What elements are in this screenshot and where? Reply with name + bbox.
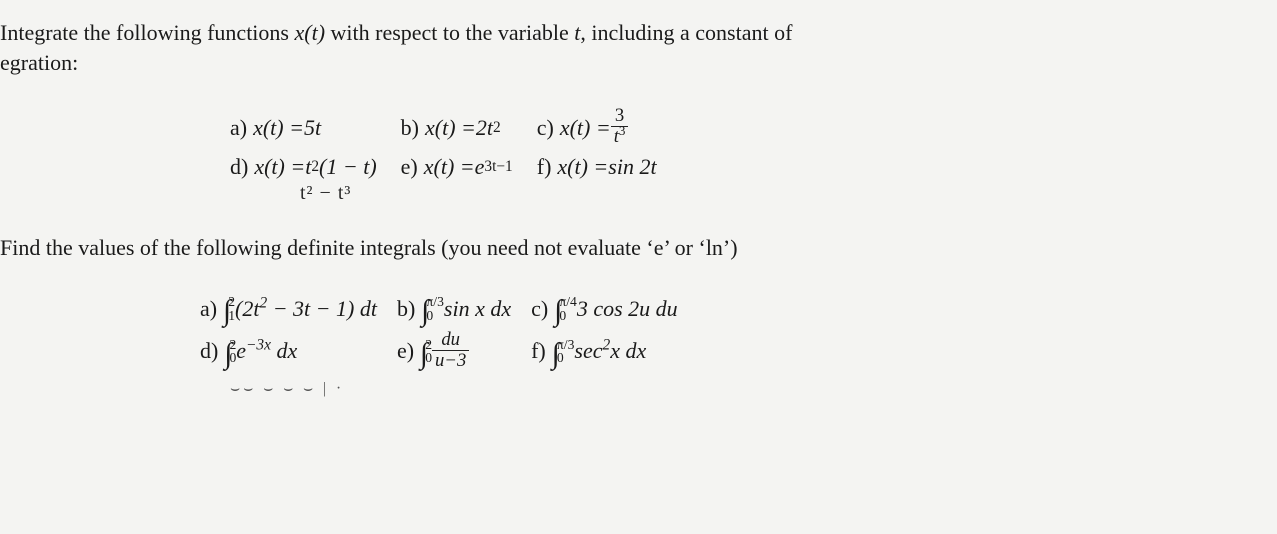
q1-intro-c: , including a constant of xyxy=(580,20,792,45)
q2-f-label: f) xyxy=(531,338,546,364)
q1-b-lhs: x(t) = xyxy=(425,115,476,141)
q2-d-body: e−3x dx xyxy=(236,338,297,364)
q1-intro-d: egration: xyxy=(0,50,78,75)
integral-icon: ∫ xyxy=(420,338,428,371)
q2-f-body: sec2x dx xyxy=(574,338,646,364)
q1-b-label: b) xyxy=(401,115,419,141)
q1-grid: a) x(t) = 5t b) x(t) = 2t2 c) x(t) = 3 t… xyxy=(230,107,1257,179)
q1-f-label: f) xyxy=(537,154,552,180)
q1-e-base: e xyxy=(475,154,485,180)
integral-icon: ∫ xyxy=(223,295,231,328)
q1-b-base: 2t xyxy=(476,115,493,141)
q2-item-a: a) ∫ 2 1 (2t2 − 3t − 1) dt xyxy=(200,292,377,325)
bottom-scribble: ⌣⌣ ⌣ ⌣ ⌣ | · xyxy=(230,380,1257,398)
q1-a-lhs: x(t) = xyxy=(253,115,304,141)
q2-intro: Find the values of the following definit… xyxy=(0,233,1257,263)
q1-item-b: b) x(t) = 2t2 xyxy=(401,107,513,147)
q2-d-label: d) xyxy=(200,338,218,364)
q1-f-lhs: x(t) = xyxy=(557,154,608,180)
q1-item-d: d) x(t) = t2(1 − t) xyxy=(230,154,377,180)
q1-intro-fn: x(t) xyxy=(294,20,325,45)
q1-c-label: c) xyxy=(537,115,554,141)
q1-intro: Integrate the following functions x(t) w… xyxy=(0,18,1257,77)
q1-d-lhs: x(t) = xyxy=(254,154,305,180)
q1-intro-a: Integrate the following functions xyxy=(0,20,294,45)
q1-e-lhs: x(t) = xyxy=(424,154,475,180)
q1-c-lhs: x(t) = xyxy=(560,115,611,141)
q2-item-d: d) ∫ 2 0 e−3x dx xyxy=(200,331,377,371)
q2-e-label: e) xyxy=(397,338,414,364)
q2-c-label: c) xyxy=(531,296,548,322)
problem-2: Find the values of the following definit… xyxy=(0,233,1257,398)
integral-icon: ∫ xyxy=(224,338,232,371)
q1-d-tail: (1 − t) xyxy=(319,154,377,180)
q1-a-label: a) xyxy=(230,115,247,141)
problem-1: Integrate the following functions x(t) w… xyxy=(0,18,1257,205)
q1-c-frac: 3 t3 xyxy=(611,106,629,146)
q2-c-body: 3 cos 2u du xyxy=(577,296,678,322)
q2-grid: a) ∫ 2 1 (2t2 − 3t − 1) dt b) ∫ π/3 0 si… xyxy=(200,292,1257,371)
q2-item-b: b) ∫ π/3 0 sin x dx xyxy=(397,292,511,325)
q2-b-body: sin x dx xyxy=(444,296,511,322)
integral-icon: ∫ xyxy=(554,295,562,328)
q1-item-f: f) x(t) = sin 2t xyxy=(537,154,657,180)
q2-b-label: b) xyxy=(397,296,415,322)
q2-a-body: (2t2 − 3t − 1) dt xyxy=(235,296,377,322)
q1-d-label: d) xyxy=(230,154,248,180)
q2-item-e: e) ∫ 2 0 du u−3 xyxy=(397,331,511,371)
q2-item-f: f) ∫ π/3 0 sec2x dx xyxy=(531,331,678,371)
q1-item-c: c) x(t) = 3 t3 xyxy=(537,107,657,147)
q1-e-label: e) xyxy=(401,154,418,180)
q2-a-label: a) xyxy=(200,296,217,322)
integral-icon: ∫ xyxy=(552,338,560,371)
integral-icon: ∫ xyxy=(421,295,429,328)
q1-f-rhs: sin 2t xyxy=(608,154,656,180)
q1-intro-b: with respect to the variable xyxy=(325,20,574,45)
q1-handwriting: t² − t³ xyxy=(300,182,1257,205)
q1-item-e: e) x(t) = e3t−1 xyxy=(401,154,513,180)
q2-item-c: c) ∫ π/4 0 3 cos 2u du xyxy=(531,292,678,325)
q1-item-a: a) x(t) = 5t xyxy=(230,107,377,147)
q1-c-den: t3 xyxy=(611,126,629,147)
q1-a-rhs: 5t xyxy=(304,115,321,141)
q2-e-frac: du u−3 xyxy=(432,330,469,370)
